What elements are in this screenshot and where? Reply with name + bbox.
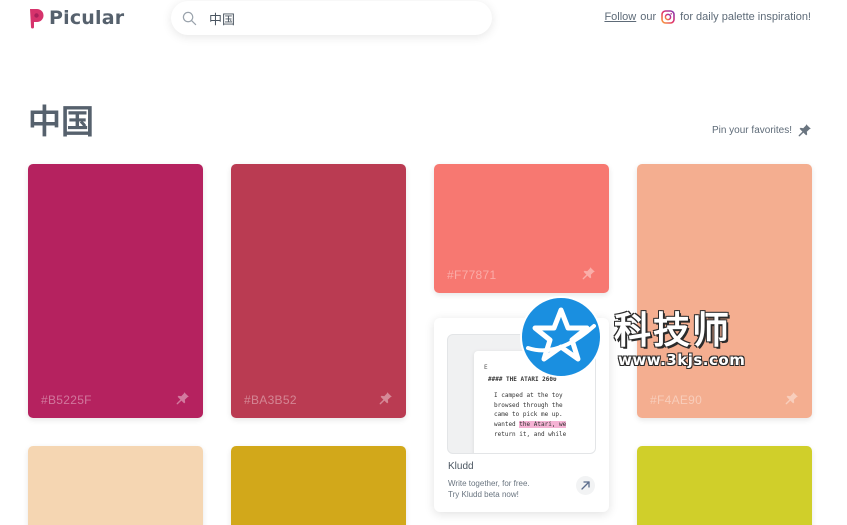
follow-suffix-text: for daily palette inspiration! bbox=[680, 11, 811, 23]
color-card-f5d6b2[interactable] bbox=[28, 446, 203, 525]
ad-doc-line: I camped at the toy bbox=[494, 391, 563, 399]
ad-description: Write together, for free. Try Kludd beta… bbox=[448, 478, 578, 500]
follow-link[interactable]: Follow bbox=[604, 11, 636, 23]
kludd-ad-card[interactable]: E #### THE ATARI 2600 I camped at the toy… bbox=[434, 318, 609, 512]
pin-icon[interactable] bbox=[379, 391, 393, 405]
color-hex-label: #BA3B52 bbox=[244, 393, 297, 407]
ad-doc-line: browsed through the bbox=[494, 401, 563, 409]
color-card-b5225f[interactable]: #B5225F bbox=[28, 164, 203, 418]
search-bar[interactable] bbox=[171, 1, 492, 35]
ad-description-line: Try Kludd beta now! bbox=[448, 490, 519, 499]
color-hex-label: #F77871 bbox=[447, 268, 497, 282]
ad-doc-heading: #### THE ATARI 2600 bbox=[488, 376, 557, 383]
picular-logo[interactable]: Picular bbox=[27, 6, 124, 30]
color-card-f77871[interactable]: #F77871 bbox=[434, 164, 609, 293]
arrow-up-right-icon bbox=[581, 481, 590, 490]
ad-doc-text: #### THE ATARI 2600 I camped at the toy br… bbox=[488, 376, 567, 440]
ad-doc-line: wanted the Atari, we bbox=[494, 420, 567, 430]
follow-banner: Follow our for daily palette inspiration… bbox=[604, 10, 811, 24]
picular-logo-icon bbox=[30, 9, 44, 29]
pin-icon[interactable] bbox=[785, 391, 799, 405]
color-hex-label: #B5225F bbox=[41, 393, 92, 407]
color-hex-label: #F4AE90 bbox=[650, 393, 703, 407]
ad-preview-image: E #### THE ATARI 2600 I camped at the toy… bbox=[447, 334, 596, 454]
color-card-d0cf2a[interactable] bbox=[637, 446, 812, 525]
ad-doc-line: came to pick me up. bbox=[494, 411, 563, 419]
follow-our-text: our bbox=[640, 11, 657, 23]
instagram-icon[interactable] bbox=[661, 10, 675, 24]
color-card-f4ae90[interactable]: #F4AE90 bbox=[637, 164, 812, 418]
pin-icon bbox=[798, 124, 811, 137]
pin-icon[interactable] bbox=[176, 391, 190, 405]
ad-document-preview: E #### THE ATARI 2600 I camped at the toy… bbox=[474, 351, 595, 453]
ad-open-button[interactable] bbox=[576, 476, 595, 495]
color-card-d2a81a[interactable] bbox=[231, 446, 406, 525]
search-input[interactable] bbox=[209, 10, 469, 26]
ad-title: Kludd bbox=[448, 461, 474, 472]
pin-icon[interactable] bbox=[582, 266, 596, 280]
ad-doc-badge: E bbox=[484, 364, 488, 371]
pin-favorites-text: Pin your favorites! bbox=[711, 124, 792, 136]
logo-text: Picular bbox=[49, 7, 125, 29]
page-title: 中国 bbox=[28, 102, 94, 141]
pin-favorites-hint: Pin your favorites! bbox=[712, 123, 812, 137]
search-icon bbox=[182, 11, 197, 25]
ad-doc-highlight: the Atari, we bbox=[519, 421, 567, 429]
color-card-ba3b52[interactable]: #BA3B52 bbox=[231, 164, 406, 418]
ad-doc-line: return it, and while bbox=[494, 430, 567, 438]
ad-description-line: Write together, for free. bbox=[448, 479, 530, 488]
ad-doc-line-pre: wanted bbox=[494, 421, 520, 429]
